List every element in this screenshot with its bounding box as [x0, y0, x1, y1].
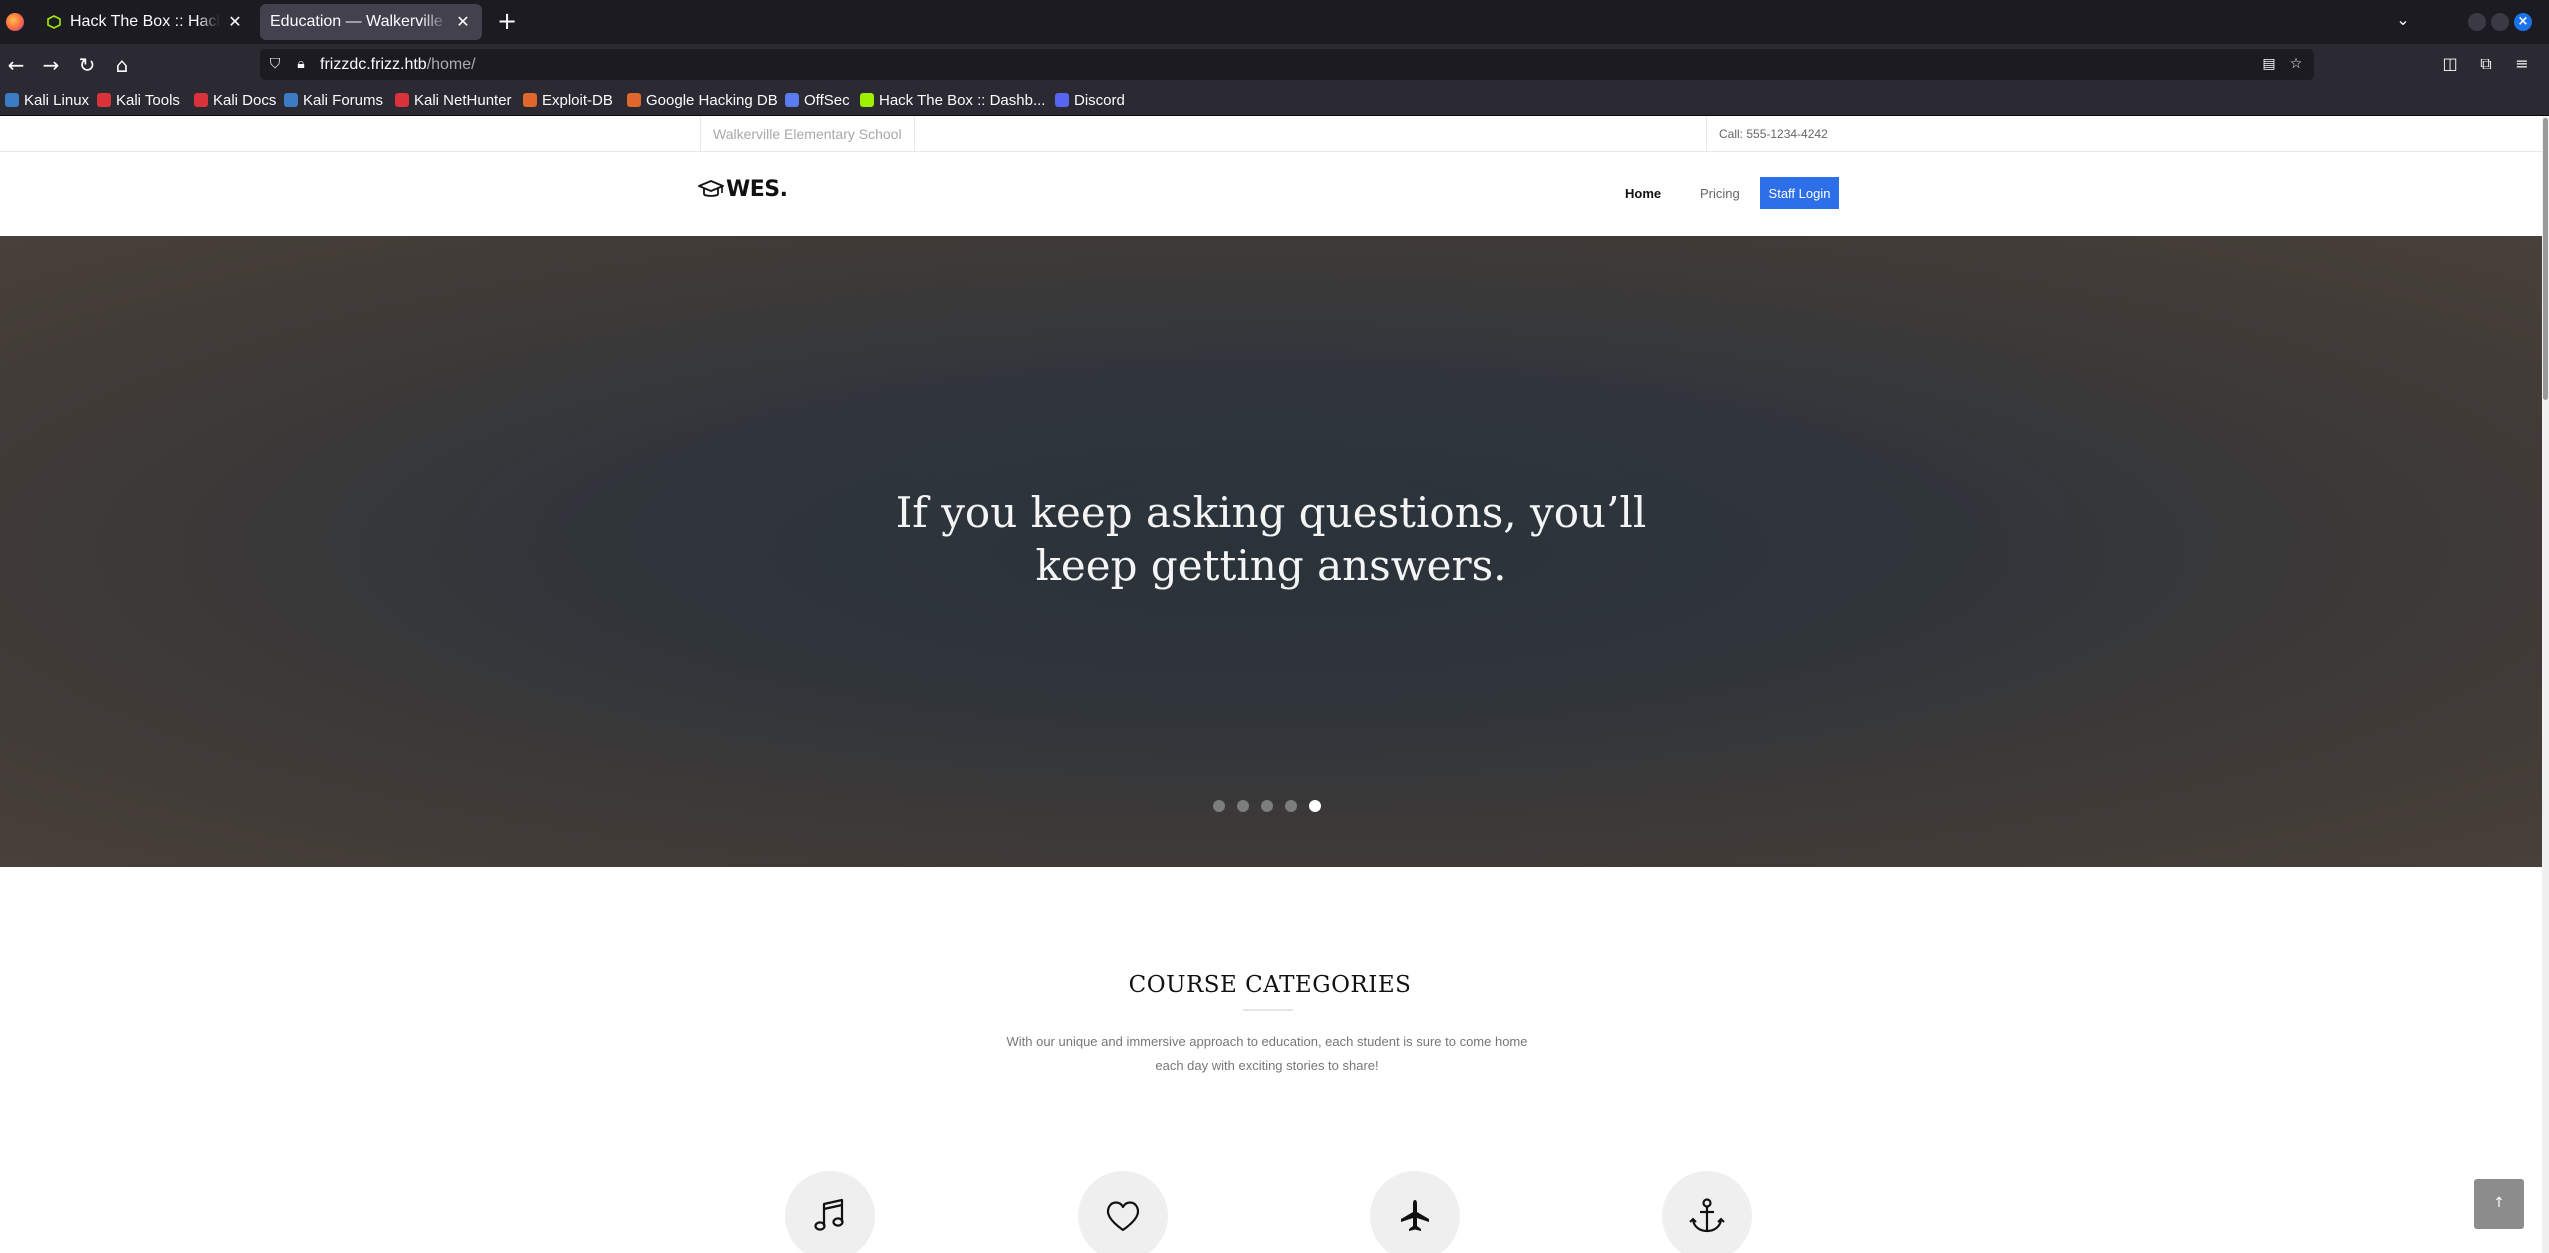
tab-title: Education — Walkerville Ele — [270, 13, 448, 30]
bookmark-label: Google Hacking DB — [646, 91, 778, 109]
scrollbar-thumb[interactable] — [2543, 118, 2548, 400]
bookmark-kali-nethunter[interactable]: Kali NetHunter — [395, 90, 512, 110]
window-close-button[interactable]: × — [2514, 13, 2532, 31]
ghdb-icon — [627, 93, 641, 107]
bookmark-label: Discord — [1074, 91, 1125, 109]
bookmark-discord[interactable]: Discord — [1055, 90, 1125, 110]
hamburger-menu-icon[interactable]: ≡ — [2511, 53, 2533, 75]
bookmark-label: Kali Linux — [24, 91, 90, 109]
maximize-button[interactable] — [2491, 13, 2509, 31]
chevron-down-icon[interactable]: ⌄ — [2390, 10, 2416, 34]
heart-icon — [1106, 1201, 1140, 1232]
slider-dot[interactable] — [1237, 800, 1249, 812]
kali-icon — [5, 93, 19, 107]
back-to-top-button[interactable]: ↑ — [2474, 1179, 2524, 1229]
slider-pagination — [1213, 800, 1321, 812]
reader-view-icon[interactable]: ▤ — [2260, 55, 2278, 73]
airplane-icon — [1401, 1200, 1429, 1231]
bookmark-exploit-db[interactable]: Exploit-DB — [523, 90, 613, 110]
kali-icon — [284, 93, 298, 107]
bookmark-google-hacking-db[interactable]: Google Hacking DB — [627, 90, 778, 110]
bookmark-offsec[interactable]: OffSec — [785, 90, 850, 110]
slider-dot[interactable] — [1261, 800, 1273, 812]
nav-home-link[interactable]: Home — [1625, 177, 1661, 209]
slider-dot-active[interactable] — [1309, 800, 1321, 812]
title-divider — [1243, 1009, 1293, 1011]
bookmark-label: Kali Forums — [303, 91, 384, 109]
category-sailing[interactable] — [1662, 1171, 1752, 1253]
bookmark-kali-linux[interactable]: Kali Linux — [5, 90, 89, 110]
firefox-menu-icon[interactable] — [6, 13, 24, 31]
home-icon[interactable]: ⌂ — [109, 52, 135, 78]
lock-icon[interactable]: 🔒︎ — [292, 55, 310, 73]
shield-icon[interactable]: ⛉ — [266, 55, 284, 73]
category-health[interactable] — [1078, 1171, 1168, 1253]
hack-the-box-icon — [46, 14, 62, 30]
staff-login-button[interactable]: Staff Login — [1760, 177, 1839, 209]
tab-hack-the-box[interactable]: Hack The Box :: Hack The ✕ — [36, 4, 254, 40]
url-host: frizzdc.frizz.htb — [320, 56, 427, 73]
kali-icon — [194, 93, 208, 107]
phone-number: Call: 555-1234-4242 — [1706, 116, 1840, 152]
url-text[interactable]: frizzdc.frizz.htb/home/ — [320, 56, 476, 74]
nav-pricing-link[interactable]: Pricing — [1700, 177, 1740, 209]
bookmark-label: Kali NetHunter — [414, 91, 512, 109]
anchor-icon — [1689, 1198, 1725, 1233]
url-path: /home/ — [426, 56, 476, 73]
bookmark-label: OffSec — [804, 91, 850, 109]
site-logo[interactable]: WES. — [698, 177, 788, 202]
bookmark-label: Exploit-DB — [542, 91, 613, 109]
close-icon[interactable]: ✕ — [454, 13, 472, 31]
graduation-cap-icon — [698, 179, 724, 197]
bookmark-kali-docs[interactable]: Kali Docs — [194, 90, 276, 110]
extensions-icon[interactable]: ⧉ — [2475, 53, 2497, 75]
close-icon[interactable]: ✕ — [226, 13, 244, 31]
category-travel[interactable] — [1370, 1171, 1460, 1253]
school-name: Walkerville Elementary School — [700, 116, 915, 152]
navigation-toolbar: ← → ↻ ⌂ ⛉ 🔒︎ frizzdc.frizz.htb/home/ ▤ ☆… — [0, 44, 2549, 84]
back-arrow-icon[interactable]: ← — [3, 52, 29, 78]
bookmark-label: Hack The Box :: Dashb... — [879, 91, 1046, 109]
discord-icon — [1055, 93, 1069, 107]
top-info-bar: Walkerville Elementary School Call: 555-… — [0, 116, 2542, 152]
hero-quote: If you keep asking questions, you’ll kee… — [895, 488, 1647, 590]
bookmark-label: Kali Tools — [116, 91, 180, 109]
web-page: Walkerville Elementary School Call: 555-… — [0, 116, 2549, 1253]
new-tab-button[interactable]: + — [494, 9, 520, 35]
minimize-button[interactable] — [2468, 13, 2486, 31]
bookmark-hack-the-box[interactable]: Hack The Box :: Dashb... — [860, 90, 1045, 110]
tab-education[interactable]: Education — Walkerville Ele ✕ — [260, 4, 482, 40]
offsec-icon — [785, 93, 799, 107]
reload-icon[interactable]: ↻ — [74, 52, 100, 78]
music-note-icon — [814, 1198, 844, 1231]
bookmark-star-icon[interactable]: ☆ — [2287, 55, 2305, 73]
section-title: COURSE CATEGORIES — [1128, 972, 1412, 998]
kali-icon — [395, 93, 409, 107]
site-header: WES. Home Pricing Staff Login — [0, 152, 2542, 236]
address-bar[interactable]: ⛉ 🔒︎ frizzdc.frizz.htb/home/ ▤ ☆ — [260, 49, 2314, 80]
tab-title: Hack The Box :: Hack The — [70, 13, 220, 30]
hero-slider: If you keep asking questions, you’ll kee… — [0, 236, 2542, 867]
kali-icon — [97, 93, 111, 107]
exploit-db-icon — [523, 93, 537, 107]
bookmark-kali-forums[interactable]: Kali Forums — [284, 90, 383, 110]
hack-the-box-icon — [860, 93, 874, 107]
category-music[interactable] — [785, 1171, 875, 1253]
bookmark-kali-tools[interactable]: Kali Tools — [97, 90, 180, 110]
pocket-icon[interactable]: ◫ — [2439, 53, 2461, 75]
bookmarks-toolbar: Kali Linux Kali Tools Kali Docs Kali For… — [0, 84, 2549, 116]
logo-text: WES. — [726, 177, 788, 202]
browser-tab-strip: Hack The Box :: Hack The ✕ Education — W… — [0, 0, 2549, 44]
forward-arrow-icon[interactable]: → — [38, 52, 64, 78]
section-subtitle: With our unique and immersive approach t… — [1006, 1034, 1528, 1073]
slider-dot[interactable] — [1213, 800, 1225, 812]
bookmark-label: Kali Docs — [213, 91, 277, 109]
slider-dot[interactable] — [1285, 800, 1297, 812]
